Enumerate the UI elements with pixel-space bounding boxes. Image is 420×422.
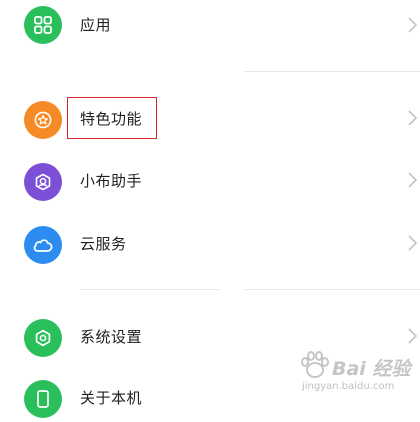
settings-item-cloud-service[interactable]: 云服务 [0, 218, 420, 268]
watermark-url: jingyan.baidu.com [302, 381, 395, 392]
section-divider [244, 289, 420, 290]
assistant-icon [24, 163, 62, 201]
settings-item-label: 应用 [80, 16, 112, 34]
baidu-jingyan-watermark: Bai 经验 jingyan.baidu.com [288, 348, 416, 398]
settings-hexagon-icon [24, 319, 62, 357]
chevron-right-icon [406, 108, 420, 128]
settings-item-special-features[interactable]: 特色功能 [0, 93, 420, 143]
chevron-right-icon [406, 326, 420, 346]
cloud-icon [24, 226, 62, 264]
section-divider [80, 289, 220, 290]
highlight-box [67, 97, 157, 139]
star-icon [24, 101, 62, 139]
watermark-brand: Bai 经验 [332, 358, 411, 380]
settings-item-label: 小布助手 [80, 172, 143, 190]
settings-item-assistant[interactable]: 小布助手 [0, 155, 420, 205]
settings-item-apps[interactable]: 应用 [0, 0, 420, 50]
phone-icon [24, 380, 62, 418]
settings-item-label: 关于本机 [80, 389, 143, 407]
chevron-right-icon [406, 15, 420, 35]
grid-icon [24, 6, 62, 44]
settings-item-label: 云服务 [80, 235, 127, 253]
chevron-right-icon [406, 170, 420, 190]
settings-item-label: 系统设置 [80, 328, 143, 346]
section-divider [244, 71, 420, 72]
paw-logo-icon [301, 351, 329, 378]
chevron-right-icon [406, 233, 420, 253]
